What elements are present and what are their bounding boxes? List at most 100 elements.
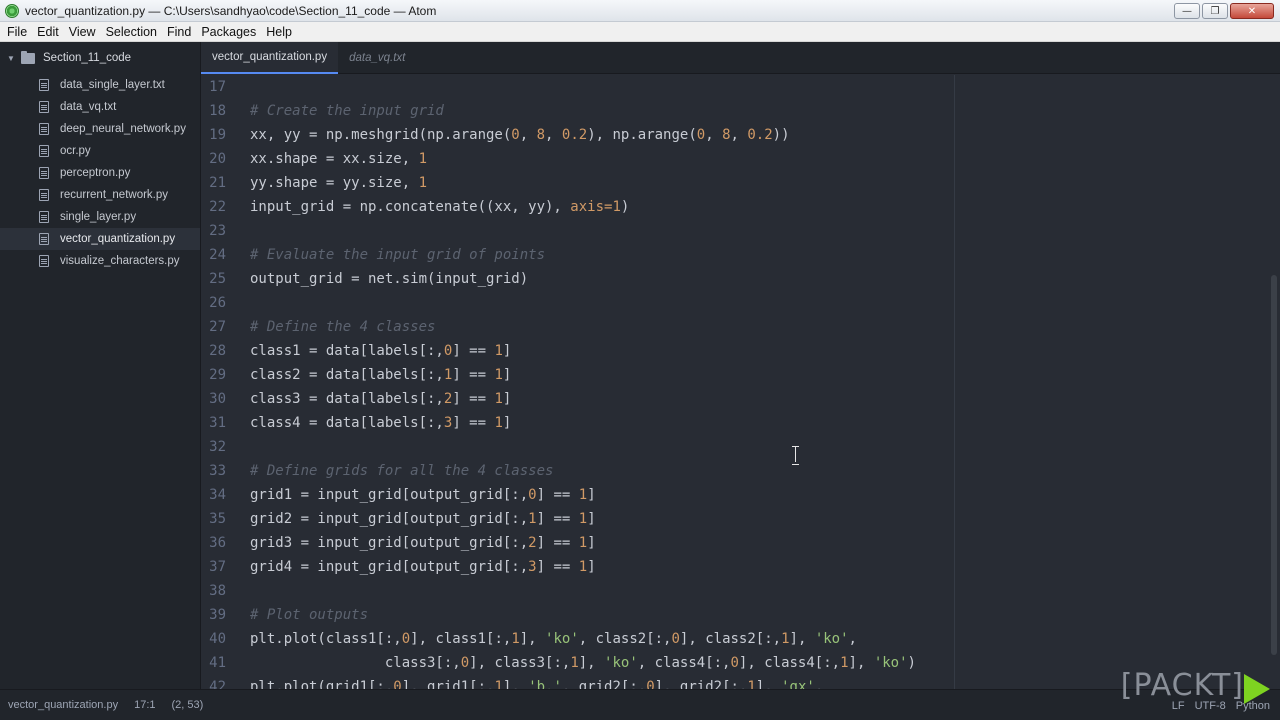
menu-file[interactable]: File (2, 22, 32, 42)
code-token: ] == (452, 343, 495, 359)
file-item-recurrent-network[interactable]: recurrent_network.py (0, 184, 200, 206)
menu-view[interactable]: View (64, 22, 101, 42)
line-number: 20 (209, 151, 226, 167)
code-line[interactable]: 35 grid2 = input_grid[output_grid[:,1] ==… (201, 507, 1280, 531)
code-token: input_grid = np.concatenate((xx, yy), (250, 199, 571, 215)
code-token: , (814, 679, 824, 689)
project-root-folder[interactable]: ▼ Section_11_code (0, 42, 200, 74)
code-line[interactable]: 26 (201, 291, 1280, 315)
code-line[interactable]: 41 class3[:,0], class3[:,1], 'ko', class… (201, 651, 1280, 675)
tab-data-vq[interactable]: data_vq.txt (338, 42, 416, 74)
code-token: 0 (528, 487, 537, 503)
file-label: single_layer.py (60, 211, 137, 223)
code-line[interactable]: 20 xx.shape = xx.size, 1 (201, 147, 1280, 171)
code-token: ] == (536, 511, 579, 527)
line-number: 40 (209, 631, 226, 647)
code-line[interactable]: 36 grid3 = input_grid[output_grid[:,2] ==… (201, 531, 1280, 555)
code-token: ] == (536, 535, 579, 551)
code-line[interactable]: 33 # Define grids for all the 4 classes (201, 459, 1280, 483)
code-token: class1 = data[labels[:, (250, 343, 444, 359)
minimize-button[interactable]: — (1174, 3, 1200, 19)
code-text: xx.shape = xx.size, 1 (250, 147, 427, 171)
file-item-perceptron[interactable]: perceptron.py (0, 162, 200, 184)
code-line[interactable]: 21 yy.shape = yy.size, 1 (201, 171, 1280, 195)
title-bar: vector_quantization.py — C:\Users\sandhy… (0, 0, 1280, 22)
code-line[interactable]: 18 # Create the input grid (201, 99, 1280, 123)
code-line[interactable]: 30 class3 = data[labels[:,2] == 1] (201, 387, 1280, 411)
menu-help[interactable]: Help (261, 22, 297, 42)
code-line[interactable]: 22 input_grid = np.concatenate((xx, yy), … (201, 195, 1280, 219)
code-token: 2 (528, 535, 537, 551)
status-cursor-position[interactable]: 17:1 (134, 699, 155, 711)
file-text-icon (39, 79, 49, 91)
code-token: ], class2[:, (679, 631, 782, 647)
close-button[interactable]: ✕ (1230, 3, 1274, 19)
atom-app-icon (5, 3, 19, 18)
file-label: vector_quantization.py (60, 233, 176, 245)
code-line[interactable]: 32 (201, 435, 1280, 459)
code-token: 1 (840, 655, 849, 671)
code-token: plt.plot(grid1[:, (250, 679, 394, 689)
code-token: class3 = data[labels[:, (250, 391, 444, 407)
folder-icon (21, 50, 35, 64)
code-token: , (705, 127, 723, 143)
code-line[interactable]: 31 class4 = data[labels[:,3] == 1] (201, 411, 1280, 435)
code-token: ) (907, 655, 916, 671)
file-item-vector-quantization[interactable]: vector_quantization.py (0, 228, 200, 250)
file-item-single-layer[interactable]: single_layer.py (0, 206, 200, 228)
file-item-data-single-layer[interactable]: data_single_layer.txt (0, 74, 200, 96)
file-item-ocr[interactable]: ocr.py (0, 140, 200, 162)
status-selection-count[interactable]: (2, 53) (172, 699, 204, 711)
code-token: 0 (646, 679, 655, 689)
file-item-deep-neural-network[interactable]: deep_neural_network.py (0, 118, 200, 140)
code-line[interactable]: 42 plt.plot(grid1[:,0], grid1[:,1], 'b.',… (201, 675, 1280, 689)
menu-edit[interactable]: Edit (32, 22, 64, 42)
menu-packages[interactable]: Packages (196, 22, 261, 42)
code-line[interactable]: 28 class1 = data[labels[:,0] == 1] (201, 339, 1280, 363)
code-line[interactable]: 19 xx, yy = np.meshgrid(np.arange(0, 8, 0… (201, 123, 1280, 147)
line-number: 28 (209, 343, 226, 359)
menu-find[interactable]: Find (162, 22, 196, 42)
code-line[interactable]: 34 grid1 = input_grid[output_grid[:,0] ==… (201, 483, 1280, 507)
code-line[interactable]: 23 (201, 219, 1280, 243)
file-item-visualize-characters[interactable]: visualize_characters.py (0, 250, 200, 272)
chevron-down-icon[interactable]: ▼ (7, 54, 21, 63)
code-token: 0 (393, 679, 402, 689)
code-line[interactable]: 29 class2 = data[labels[:,1] == 1] (201, 363, 1280, 387)
code-token: ] == (452, 415, 495, 431)
code-editor[interactable]: 17 18 # Create the input grid 19 xx, yy = np… (201, 75, 1280, 689)
code-line[interactable]: 38 (201, 579, 1280, 603)
code-token: plt.plot(class1[:, (250, 631, 402, 647)
code-line[interactable]: 40 plt.plot(class1[:,0], class1[:,1], 'ko… (201, 627, 1280, 651)
file-text-icon (39, 123, 49, 135)
line-number: 33 (209, 463, 226, 479)
code-line[interactable]: 39 # Plot outputs (201, 603, 1280, 627)
menu-selection[interactable]: Selection (101, 22, 162, 42)
code-token: ], class4[:, (738, 655, 841, 671)
code-text: # Create the input grid (250, 99, 444, 123)
code-token: 0 (671, 631, 680, 647)
code-text: class3 = data[labels[:,2] == 1] (250, 387, 511, 411)
code-line[interactable]: 17 (201, 75, 1280, 99)
code-line[interactable]: 24 # Evaluate the input grid of points (201, 243, 1280, 267)
file-item-data-vq[interactable]: data_vq.txt (0, 96, 200, 118)
code-line[interactable]: 27 # Define the 4 classes (201, 315, 1280, 339)
code-token: 'b.' (528, 679, 562, 689)
file-label: data_vq.txt (60, 101, 117, 113)
code-token: 1 (494, 679, 503, 689)
code-token: 1 (578, 487, 588, 503)
code-token: 8 (722, 127, 731, 143)
maximize-button[interactable]: ❐ (1202, 3, 1228, 19)
status-file-path[interactable]: vector_quantization.py (8, 699, 118, 711)
code-line[interactable]: 37 grid4 = input_grid[output_grid[:,3] ==… (201, 555, 1280, 579)
line-number: 34 (209, 487, 226, 503)
line-number: 38 (209, 583, 226, 599)
code-token: , (730, 127, 748, 143)
line-number: 36 (209, 535, 226, 551)
code-token: 0.2 (561, 127, 588, 143)
code-line[interactable]: 25 output_grid = net.sim(input_grid) (201, 267, 1280, 291)
code-token: ], (789, 631, 815, 647)
code-token: , class4[:, (637, 655, 731, 671)
code-token: # Plot outputs (250, 607, 369, 623)
tab-vector-quantization[interactable]: vector_quantization.py (201, 42, 339, 74)
